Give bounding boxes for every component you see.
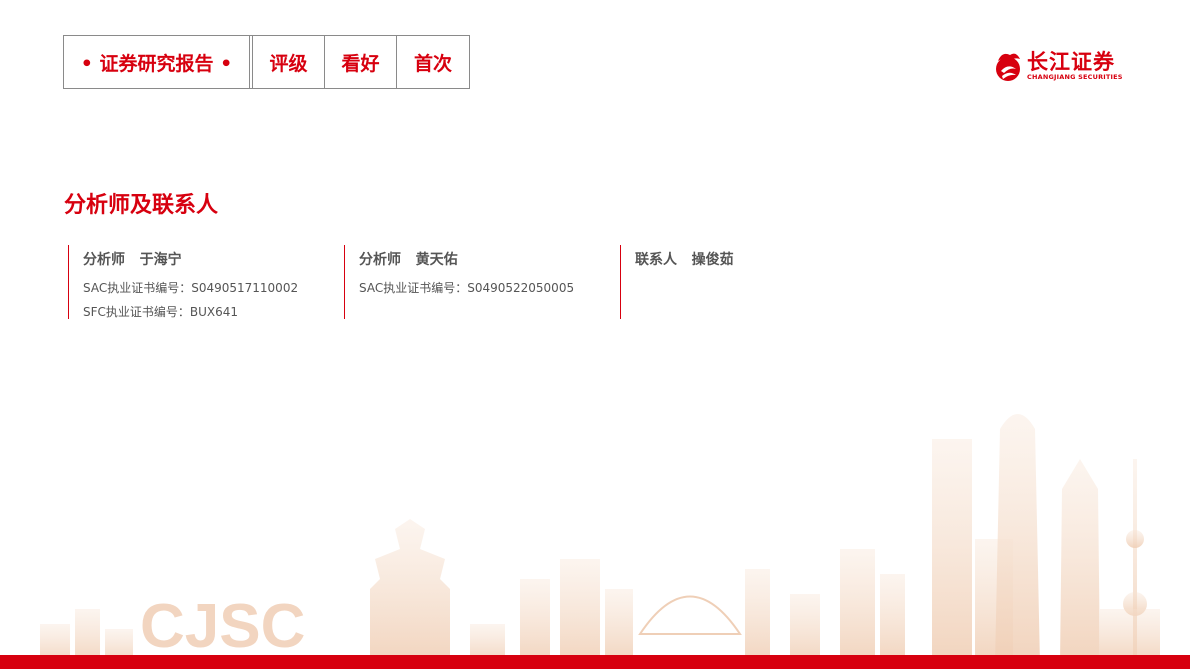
contact-license: SAC执业证书编号：S0490522050005: [359, 281, 575, 295]
rating-label: 评级: [253, 36, 325, 88]
contact-card: 联系人 操俊茹: [620, 245, 820, 319]
contacts-list: 分析师 于海宁 SAC执业证书编号：S0490517110002 SFC执业证书…: [68, 245, 734, 319]
contact-card: 分析师 于海宁 SAC执业证书编号：S0490517110002 SFC执业证书…: [68, 245, 344, 319]
changjiang-securities-logo-icon: [996, 53, 1020, 81]
city-skyline-illustration: CJSC: [40, 414, 1160, 664]
contact-name: 分析师 于海宁: [83, 252, 182, 268]
report-tag-bar: • 证券研究报告 • 评级 看好 首次: [63, 35, 470, 89]
rating-value: 看好: [325, 36, 397, 88]
contact-name: 分析师 黄天佑: [359, 252, 458, 268]
company-logo: 长江证券 CHANGJIANG SECURITIES: [992, 47, 1132, 85]
logo-cn-text: 长江证券: [1027, 50, 1115, 74]
contact-name: 联系人 操俊茹: [635, 252, 734, 268]
logo-en-text: CHANGJIANG SECURITIES: [1027, 73, 1123, 81]
svg-text:CJSC: CJSC: [140, 592, 305, 661]
report-type-label: • 证券研究报告 •: [64, 36, 250, 88]
coverage-label: 首次: [413, 52, 452, 75]
section-title: 分析师及联系人: [64, 193, 219, 218]
contact-card: 分析师 黄天佑 SAC执业证书编号：S0490522050005: [344, 245, 620, 319]
contact-license: SFC执业证书编号：BUX641: [83, 305, 239, 319]
contact-license: SAC执业证书编号：S0490517110002: [83, 281, 299, 295]
bottom-accent-bar: [0, 655, 1190, 669]
